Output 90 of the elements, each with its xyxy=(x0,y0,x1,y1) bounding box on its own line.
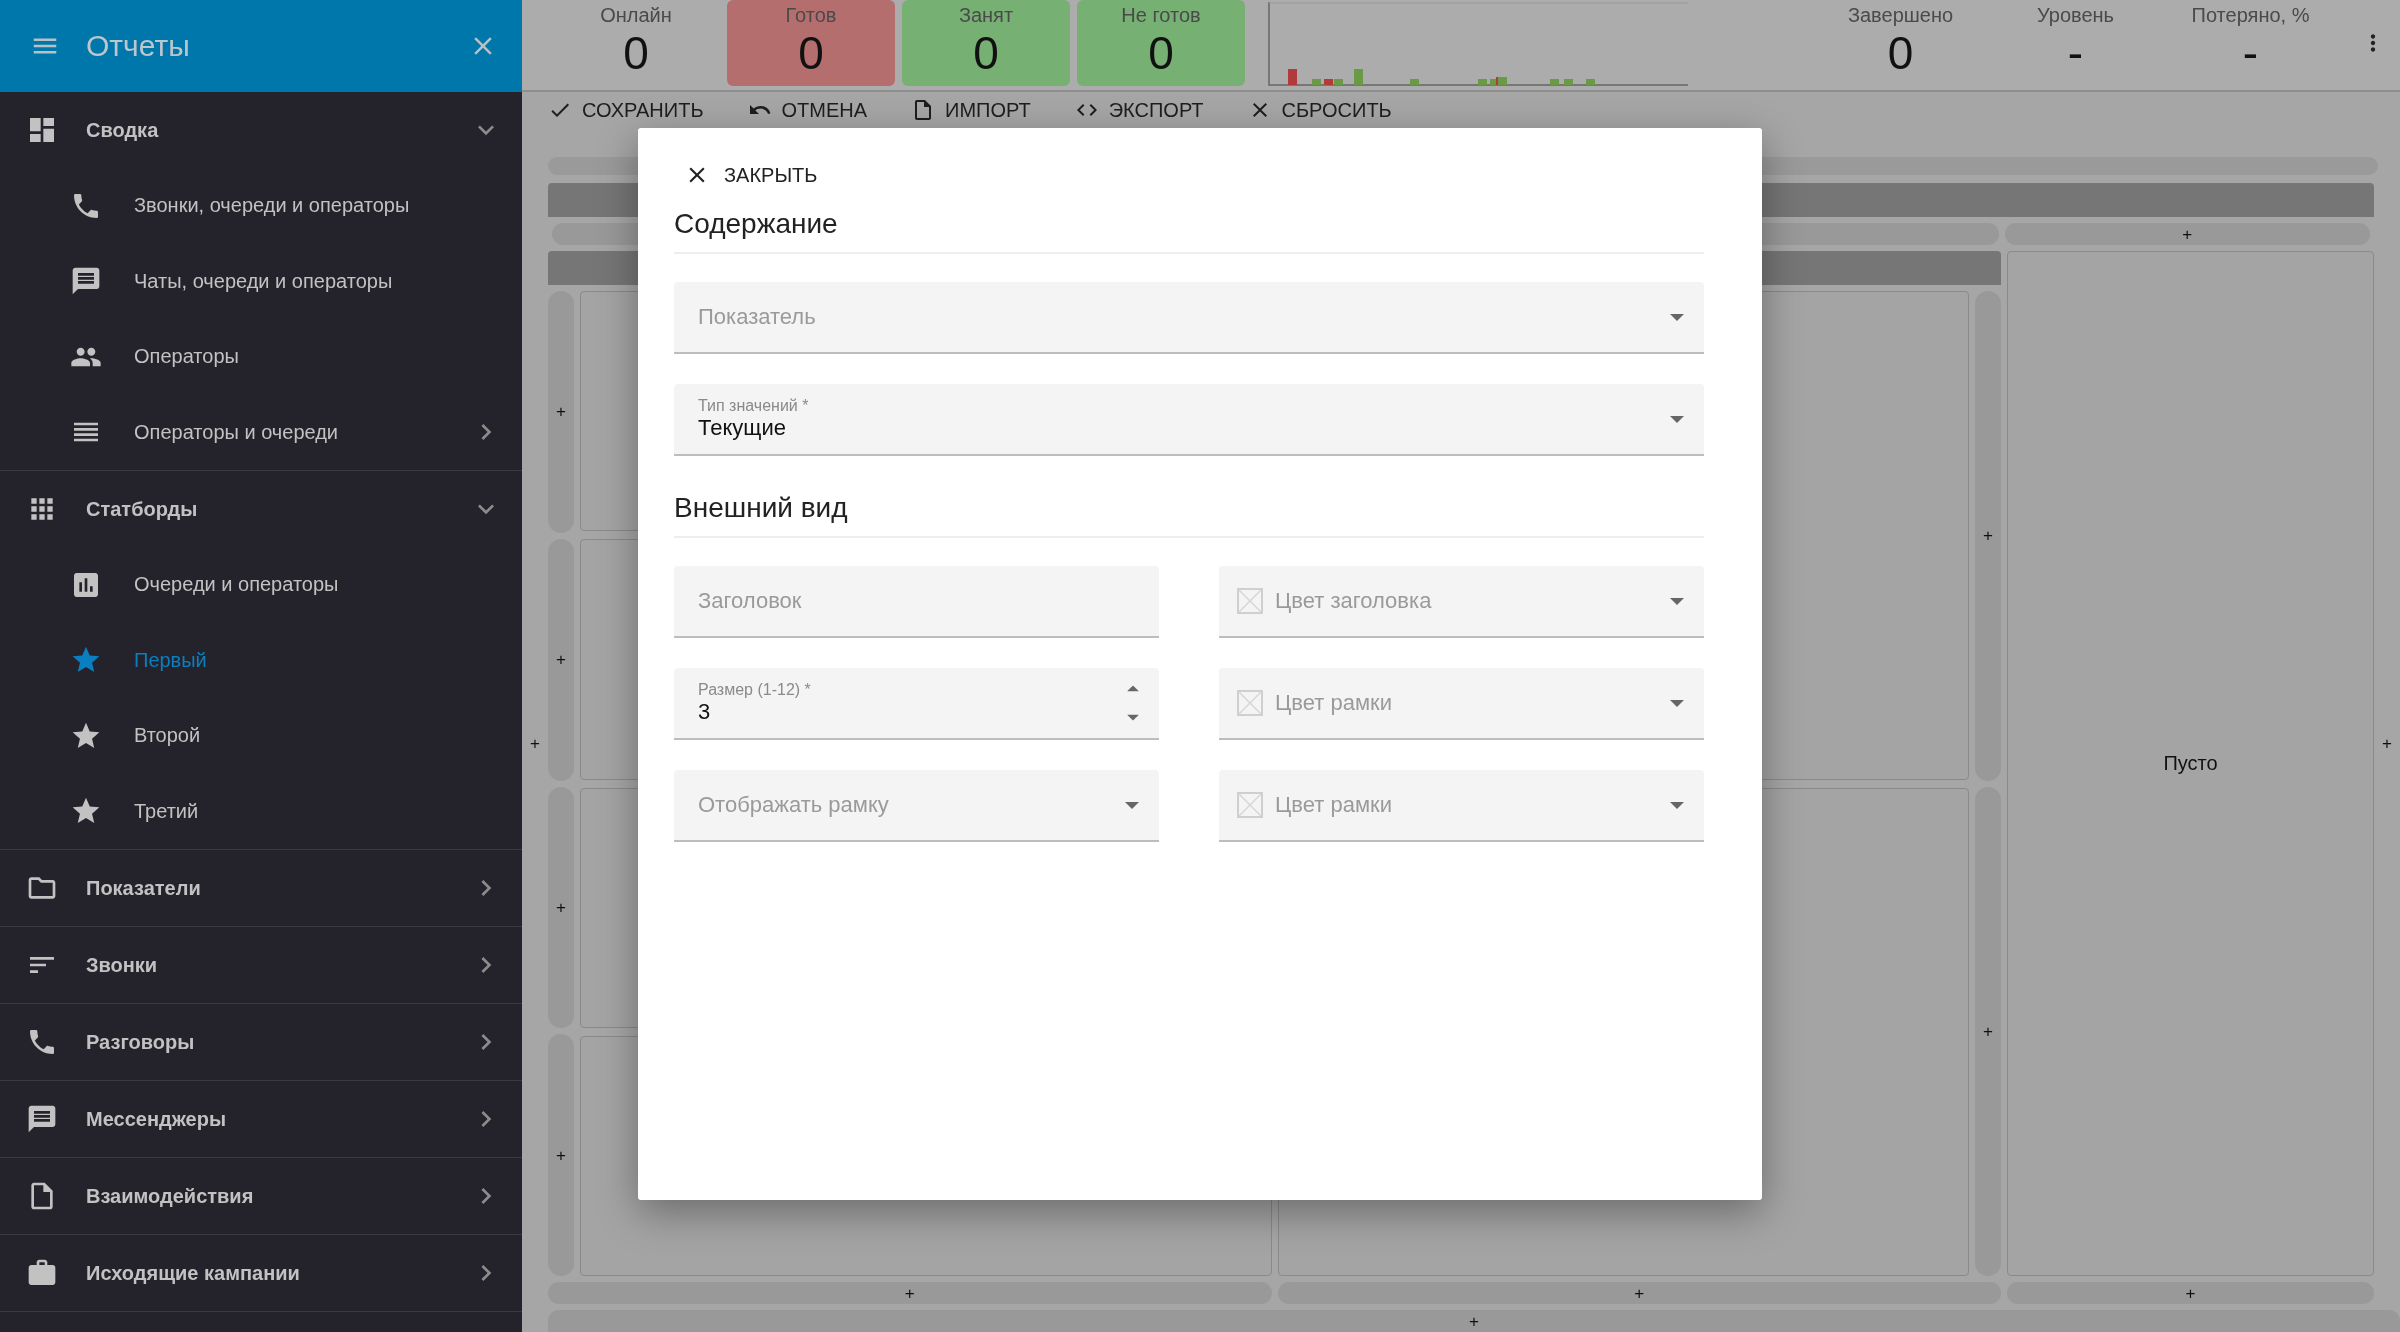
add-bar[interactable]: + xyxy=(548,1034,574,1276)
add-button[interactable]: + xyxy=(1983,527,1993,545)
add-button[interactable]: + xyxy=(2182,225,2193,243)
sidebar-item[interactable]: Первый xyxy=(0,622,522,698)
add-button[interactable]: + xyxy=(556,898,566,916)
stat-label: Завершено xyxy=(1847,4,1954,27)
field-placeholder: Цвет рамки xyxy=(1275,690,1393,716)
sidebar-section[interactable]: Мессенджеры xyxy=(0,1081,522,1157)
empty-color-icon xyxy=(1237,792,1263,818)
add-bar[interactable]: + xyxy=(1975,291,2001,781)
sidebar-item[interactable]: Третий xyxy=(0,773,522,849)
sidebar-section[interactable]: Сводка xyxy=(0,92,522,168)
add-button[interactable]: + xyxy=(1983,1022,1993,1040)
field-value: 3 xyxy=(698,699,712,725)
empty-text: Пусто xyxy=(2163,752,2218,775)
sparkline-bar xyxy=(1410,79,1419,85)
section-title: Внешний вид xyxy=(674,478,1704,538)
add-button[interactable]: + xyxy=(1469,1312,1479,1330)
number-field[interactable]: Размер (1-12) * 3 xyxy=(674,668,1159,740)
sidebar-section[interactable]: Взаимодействия xyxy=(0,1158,522,1234)
empty-color-icon xyxy=(1237,690,1263,716)
sparkline-bar xyxy=(1478,79,1487,85)
sidebar-section[interactable]: Статборды xyxy=(0,471,522,547)
add-button[interactable]: + xyxy=(556,651,566,669)
add-button[interactable]: + xyxy=(556,403,566,421)
sidebar-item[interactable]: Операторы и очереди xyxy=(0,394,522,470)
field-placeholder: Отображать рамку xyxy=(698,792,890,818)
add-bar[interactable]: + xyxy=(548,1282,1272,1304)
stat-value: 0 xyxy=(623,27,649,80)
dropdown-arrow-icon xyxy=(1670,313,1684,321)
close-button[interactable]: ЗАКРЫТЬ xyxy=(632,156,826,194)
add-bar[interactable]: + xyxy=(548,291,574,533)
status-tile: Готов 0 xyxy=(727,0,895,86)
sidebar-item[interactable]: Второй xyxy=(0,698,522,774)
sidebar-item[interactable]: Звонки, очереди и операторы xyxy=(0,168,522,244)
field-placeholder: Цвет рамки xyxy=(1275,792,1393,818)
add-bar[interactable]: + xyxy=(548,1310,2400,1332)
toolbar-button[interactable]: ИМПОРТ xyxy=(911,98,1031,122)
field-placeholder: Цвет заголовка xyxy=(1275,588,1433,614)
stat-value: - xyxy=(2067,27,2084,80)
field-label: Размер (1-12) * xyxy=(698,681,812,699)
toolbar-button[interactable]: ОТМЕНА xyxy=(747,98,868,122)
status-tile: Не готов 0 xyxy=(1077,0,1245,86)
sparkline-bar xyxy=(1354,69,1363,85)
field-value: Текущие xyxy=(698,415,787,441)
field-label: Тип значений * xyxy=(698,397,810,415)
stat-value: - xyxy=(2242,27,2259,80)
add-bar[interactable]: + xyxy=(1277,1282,2001,1304)
field-placeholder: Показатель xyxy=(698,304,817,330)
stat-label: Онлайн xyxy=(600,4,672,27)
sparkline-bar xyxy=(1312,79,1321,85)
stat-label: Уровень xyxy=(2036,4,2114,27)
sparkline-bar xyxy=(1288,69,1297,85)
add-button[interactable]: + xyxy=(2185,1284,2196,1302)
sidebar-section[interactable]: Разговоры xyxy=(0,1004,522,1080)
toolbar-button[interactable]: ЭКСПОРТ xyxy=(1074,98,1204,122)
dropdown-arrow-icon xyxy=(1125,801,1139,809)
toolbar-button[interactable]: СОХРАНИТЬ xyxy=(548,98,704,122)
dropdown-arrow-icon xyxy=(1670,597,1684,605)
add-bar[interactable]: + xyxy=(2007,1282,2374,1304)
empty-color-icon xyxy=(1237,588,1263,614)
stat-label: Потеряно, % xyxy=(2191,4,2310,27)
sidebar-title: Отчеты xyxy=(86,29,191,63)
add-button[interactable]: + xyxy=(1634,1284,1645,1302)
add-bar[interactable]: + xyxy=(548,538,574,781)
sidebar-item[interactable]: Чаты, очереди и операторы xyxy=(0,243,522,319)
add-bar[interactable]: + xyxy=(2004,223,2370,245)
add-button[interactable]: + xyxy=(530,735,540,752)
sidebar-item[interactable]: Операторы xyxy=(0,319,522,395)
sidebar-section[interactable]: Исходящие кампании xyxy=(0,1235,522,1311)
add-button[interactable]: + xyxy=(2382,735,2392,752)
section-title: Содержание xyxy=(674,194,1704,254)
add-button[interactable]: + xyxy=(556,1146,566,1164)
add-bar[interactable]: + xyxy=(1975,786,2001,1276)
toolbar-button[interactable]: СБРОСИТЬ xyxy=(1247,98,1392,122)
dropdown-arrow-icon xyxy=(1670,699,1684,707)
dropdown-arrow-icon xyxy=(1670,415,1684,423)
sidebar-section[interactable]: Показатели xyxy=(0,850,522,926)
sparkline-bar xyxy=(1550,79,1559,85)
field-placeholder: Заголовок xyxy=(698,588,803,614)
sidebar-section[interactable]: Звонки xyxy=(0,927,522,1003)
sparkline-bar xyxy=(1586,79,1595,85)
sidebar-item[interactable]: Очереди и операторы xyxy=(0,547,522,623)
select-field[interactable]: Тип значений * Текущие xyxy=(674,384,1704,456)
sparkline-bar xyxy=(1564,79,1573,85)
add-button[interactable]: + xyxy=(904,1284,915,1302)
stat-value: 0 xyxy=(1887,27,1914,80)
status-tile: Занят 0 xyxy=(902,0,1070,86)
dropdown-arrow-icon xyxy=(1670,801,1684,809)
add-bar[interactable]: + xyxy=(548,786,574,1029)
